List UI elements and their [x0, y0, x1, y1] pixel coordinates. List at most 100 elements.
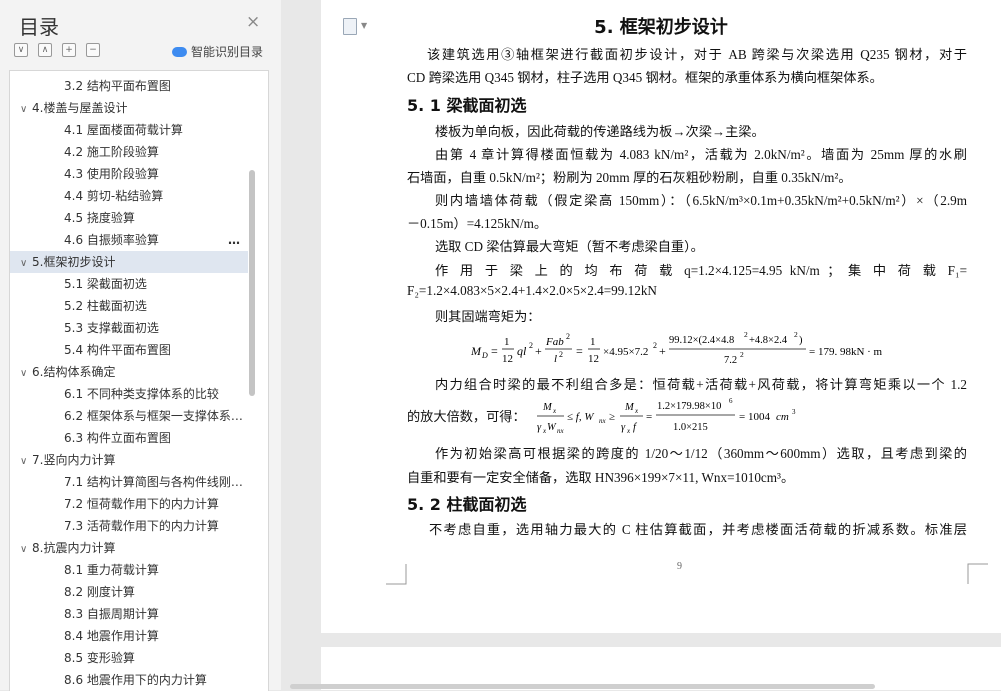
svg-text:=: =	[576, 344, 583, 358]
toc-item[interactable]: 5.1 梁截面初选	[10, 273, 248, 295]
svg-text:3: 3	[792, 408, 796, 416]
toc-item-label: 8.4 地震作用计算	[64, 629, 159, 643]
toc-item[interactable]: 4.3 使用阶段验算	[10, 163, 248, 185]
remove-heading-icon[interactable]: −	[86, 43, 100, 57]
toc-item[interactable]: ∨ 8.抗震内力计算	[10, 537, 248, 559]
toc-item[interactable]: 3.2 结构平面布置图	[10, 75, 248, 97]
toc-item-label: 5.3 支撑截面初选	[64, 321, 159, 335]
toc-item-label: 4.2 施工阶段验算	[64, 145, 159, 159]
paragraph-line: 作为初始梁高可根据梁的跨度的 1/20～1/12（360mm～600mm）选取，…	[435, 446, 967, 461]
toc-list: 3.2 结构平面布置图 ∨ 4.楼盖与屋盖设计 4.1 屋面楼面荷载计算 4.2 施工阶…	[9, 70, 269, 691]
collapse-all-icon[interactable]: ∨	[14, 43, 28, 57]
svg-text:M: M	[542, 402, 553, 413]
svg-text:+4.8×2.4: +4.8×2.4	[749, 335, 788, 346]
paragraph-line: 不考虑自重，选用轴力最大的 C 柱估算截面，并考虑楼面活荷载的折减系数。标准层	[429, 522, 967, 537]
toc-item-label: 3.2 结构平面布置图	[64, 79, 171, 93]
paragraph-line: 石墙面，自重 0.5kN/m²；粉刷为 20mm 厚的石灰粗砂粉刷，自重 0.3…	[407, 170, 852, 185]
chevron-down-icon[interactable]: ∨	[20, 253, 32, 275]
svg-text:12: 12	[588, 353, 599, 365]
toc-item-label: 8.3 自振周期计算	[64, 607, 159, 621]
toc-item-label: 4.5 挠度验算	[64, 211, 135, 225]
toc-item[interactable]: 8.6 地震作用下的内力计算	[10, 669, 248, 691]
page-gutter	[281, 0, 321, 690]
svg-text:nx: nx	[599, 417, 607, 425]
svg-text:x: x	[552, 407, 557, 415]
paragraph-line: F₂=1.2×4.083×5×2.4+1.4×2.0×5×2.4=99.12kN	[407, 283, 657, 298]
smart-toc-label: 智能识别目录	[191, 45, 264, 59]
toc-item[interactable]: 7.3 活荷载作用下的内力计算	[10, 515, 248, 537]
svg-text:M: M	[471, 344, 482, 358]
document-page: ▼ 5. 框架初步设计 该建筑选用③轴框架进行截面初步设计，对于 AB 跨梁与次…	[321, 0, 1001, 633]
toc-item[interactable]: 5.3 支撑截面初选	[10, 317, 248, 339]
toc-item-label: 8.1 重力荷载计算	[64, 563, 159, 577]
svg-text:≤ f, W: ≤ f, W	[567, 411, 594, 423]
toc-scrollbar[interactable]	[249, 170, 255, 396]
paragraph-line: 则内墙墙体荷载（假定梁高 150mm）：（6.5kN/m³×0.1m+0.35k…	[435, 193, 967, 208]
toc-item[interactable]: 5.4 构件平面布置图	[10, 339, 248, 361]
svg-text:D: D	[481, 351, 488, 360]
toc-item[interactable]: 4.2 施工阶段验算	[10, 141, 248, 163]
toc-item-label: 5.1 梁截面初选	[64, 277, 147, 291]
toc-item[interactable]: 8.2 刚度计算	[10, 581, 248, 603]
expand-all-icon[interactable]: ∧	[38, 43, 52, 57]
svg-text:=: =	[491, 344, 498, 358]
toc-item[interactable]: 8.3 自振周期计算	[10, 603, 248, 625]
svg-text:): )	[799, 335, 803, 346]
chapter-heading: 5. 框架初步设计	[594, 17, 728, 38]
toc-item-label: 7.2 恒荷载作用下的内力计算	[64, 497, 219, 511]
svg-text:1.2×179.98×10: 1.2×179.98×10	[657, 401, 721, 412]
toc-item-label: 4.6 自振频率验算	[64, 233, 159, 247]
paragraph-line: 的放大倍数，可得：	[407, 409, 526, 424]
toc-item[interactable]: 4.4 剪切-粘结验算	[10, 185, 248, 207]
page-corner-mark	[386, 564, 407, 585]
close-icon[interactable]: ×	[246, 12, 260, 32]
toc-item[interactable]: 7.1 结构计算简图与各构件线刚…	[10, 471, 248, 493]
toc-item[interactable]: ∨ 4.楼盖与屋盖设计	[10, 97, 248, 119]
moment-equation: MD = 112 ql 2 + Fab 2l 2 = 112 ×4.95×7.22 +…	[471, 330, 883, 366]
chevron-down-icon[interactable]: ∨	[20, 451, 32, 473]
svg-text:12: 12	[502, 353, 513, 365]
svg-text:γ: γ	[537, 422, 542, 433]
toc-item[interactable]: ∨ 7.竖向内力计算	[10, 449, 248, 471]
toc-item[interactable]: 4.5 挠度验算	[10, 207, 248, 229]
toc-item[interactable]: 8.4 地震作用计算	[10, 625, 248, 647]
svg-text:l: l	[554, 353, 557, 365]
chevron-down-icon[interactable]: ∨	[20, 363, 32, 385]
svg-text:1.0×215: 1.0×215	[673, 422, 708, 433]
more-options-icon[interactable]: …	[228, 229, 240, 251]
svg-text:2: 2	[559, 350, 563, 359]
toc-item[interactable]: 8.1 重力荷载计算	[10, 559, 248, 581]
horizontal-scrollbar[interactable]	[290, 684, 875, 689]
smart-toc-button[interactable]: 智能识别目录	[172, 43, 263, 60]
toc-item[interactable]: 7.2 恒荷载作用下的内力计算	[10, 493, 248, 515]
paragraph-line: 该建筑选用③轴框架进行截面初步设计，对于 AB 跨梁与次梁选用 Q235 钢材，…	[427, 47, 967, 62]
toc-item[interactable]: 8.5 变形验算	[10, 647, 248, 669]
svg-text:2: 2	[744, 330, 748, 339]
chevron-down-icon[interactable]: ∨	[20, 99, 32, 121]
toc-item-label: 5.2 柱截面初选	[64, 299, 147, 313]
toc-item[interactable]: 6.3 构件立面布置图	[10, 427, 248, 449]
toc-item-label: 7.竖向内力计算	[32, 453, 116, 467]
svg-text:W: W	[547, 422, 557, 433]
toc-item[interactable]: 4.6 自振频率验算 …	[10, 229, 248, 251]
toc-item[interactable]: 4.1 屋面楼面荷载计算	[10, 119, 248, 141]
add-heading-icon[interactable]: +	[62, 43, 76, 57]
paragraph-line: －0.15m）=4.125kN/m。	[407, 216, 548, 231]
chevron-down-icon[interactable]: ∨	[20, 539, 32, 561]
svg-text:1: 1	[590, 336, 596, 348]
svg-text:= 179. 98kN · m: = 179. 98kN · m	[809, 346, 883, 358]
paragraph-line: 则其固端弯矩为：	[435, 309, 541, 324]
toc-item[interactable]: ∨ 5.框架初步设计	[10, 251, 248, 273]
toc-item[interactable]: 5.2 柱截面初选	[10, 295, 248, 317]
paragraph-line: 作 用 于 梁 上 的 均 布 荷 载 q=1.2×4.125=4.95 kN/…	[435, 263, 967, 278]
toc-item[interactable]: 6.1 不同种类支撑体系的比较	[10, 383, 248, 405]
toc-title: 目录	[19, 15, 59, 39]
toc-item[interactable]: 6.2 框架体系与框架一支撑体系…	[10, 405, 248, 427]
toc-item-label: 6.2 框架体系与框架一支撑体系…	[64, 409, 243, 423]
toc-item-label: 6.1 不同种类支撑体系的比较	[64, 387, 219, 401]
toc-item[interactable]: ∨ 6.结构体系确定	[10, 361, 248, 383]
toc-item-label: 6.3 构件立面布置图	[64, 431, 171, 445]
toc-item-label: 8.2 刚度计算	[64, 585, 135, 599]
paragraph-line: 选取 CD 梁估算最大弯矩（暂不考虑梁自重）。	[435, 239, 704, 254]
svg-text:M: M	[624, 402, 635, 413]
